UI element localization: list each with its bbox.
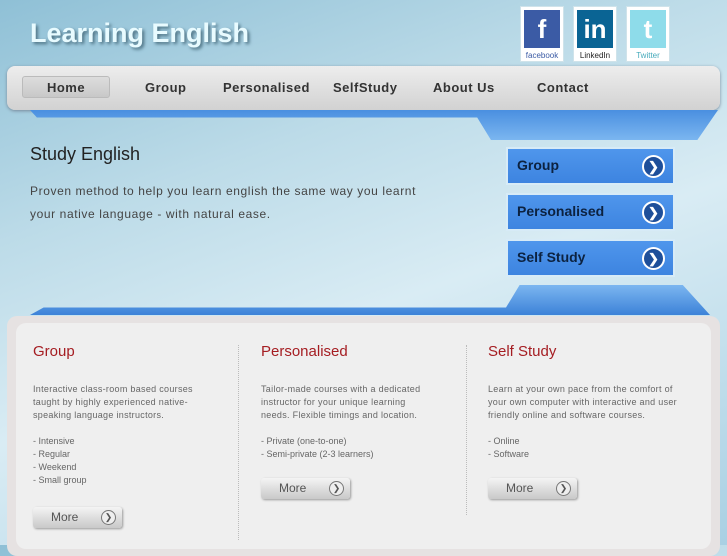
more-label: More	[51, 510, 79, 524]
divider	[466, 345, 467, 515]
more-button[interactable]: More ❯	[261, 478, 350, 499]
list-item: - Regular	[33, 449, 71, 459]
chevron-right-icon: ❯	[101, 510, 116, 525]
column-title: Self Study	[488, 343, 557, 360]
side-button-group[interactable]: Group ❯	[506, 147, 675, 185]
facebook-link[interactable]: f facebook	[520, 6, 564, 62]
list-item: - Software	[488, 449, 530, 459]
list-item: - Weekend	[33, 462, 77, 472]
arrow-right-icon: ❯	[642, 201, 665, 224]
decorative-band	[30, 285, 710, 315]
facebook-label: facebook	[525, 51, 559, 60]
list-item: - Private (one-to-one)	[261, 436, 347, 446]
linkedin-label: LinkedIn	[579, 51, 611, 60]
chevron-right-icon: ❯	[556, 481, 571, 496]
hero-title: Study English	[30, 144, 141, 164]
side-button-label: Personalised	[517, 203, 605, 219]
nav-personalised[interactable]: Personalised	[223, 80, 310, 95]
more-label: More	[506, 481, 534, 495]
column-title: Group	[33, 343, 75, 360]
divider	[238, 345, 239, 540]
list-item: - Small group	[33, 475, 87, 485]
course-column-self-study: Self Study Learn at your own pace from t…	[488, 323, 683, 538]
course-column-personalised: Personalised Tailor-made courses with a …	[261, 323, 436, 538]
nav-about-us[interactable]: About Us	[433, 80, 495, 95]
side-button-personalised[interactable]: Personalised ❯	[506, 193, 675, 231]
main-nav: Home Group Personalised SelfStudy About …	[7, 66, 720, 110]
twitter-link[interactable]: t Twitter	[626, 6, 670, 62]
courses-panel: Group Interactive class-room based cours…	[7, 316, 720, 556]
course-column-group: Group Interactive class-room based cours…	[33, 323, 208, 538]
list-item: - Online	[488, 436, 520, 446]
decorative-band	[30, 110, 718, 140]
side-button-label: Self Study	[517, 249, 586, 265]
twitter-label: Twitter	[636, 51, 660, 60]
site-logo[interactable]: Learning English	[30, 18, 249, 49]
facebook-icon: f	[524, 10, 560, 48]
column-text: Interactive class-room based courses tau…	[33, 384, 193, 420]
nav-group[interactable]: Group	[145, 80, 187, 95]
list-item: - Semi-private (2-3 learners)	[261, 449, 374, 459]
linkedin-icon: in	[577, 10, 613, 48]
column-text: Tailor-made courses with a dedicated ins…	[261, 384, 421, 420]
hero-text: Proven method to help you learn english …	[30, 184, 417, 221]
more-label: More	[279, 481, 307, 495]
nav-home[interactable]: Home	[22, 76, 110, 98]
nav-selfstudy[interactable]: SelfStudy	[333, 80, 397, 95]
side-button-label: Group	[517, 157, 559, 173]
twitter-icon: t	[630, 10, 666, 48]
linkedin-link[interactable]: in LinkedIn	[573, 6, 617, 62]
arrow-right-icon: ❯	[642, 247, 665, 270]
list-item: - Intensive	[33, 436, 75, 446]
arrow-right-icon: ❯	[642, 155, 665, 178]
nav-contact[interactable]: Contact	[537, 80, 589, 95]
side-button-self-study[interactable]: Self Study ❯	[506, 239, 675, 277]
more-button[interactable]: More ❯	[33, 507, 122, 528]
column-title: Personalised	[261, 343, 348, 360]
chevron-right-icon: ❯	[329, 481, 344, 496]
more-button[interactable]: More ❯	[488, 478, 577, 499]
column-text: Learn at your own pace from the comfort …	[488, 384, 677, 420]
